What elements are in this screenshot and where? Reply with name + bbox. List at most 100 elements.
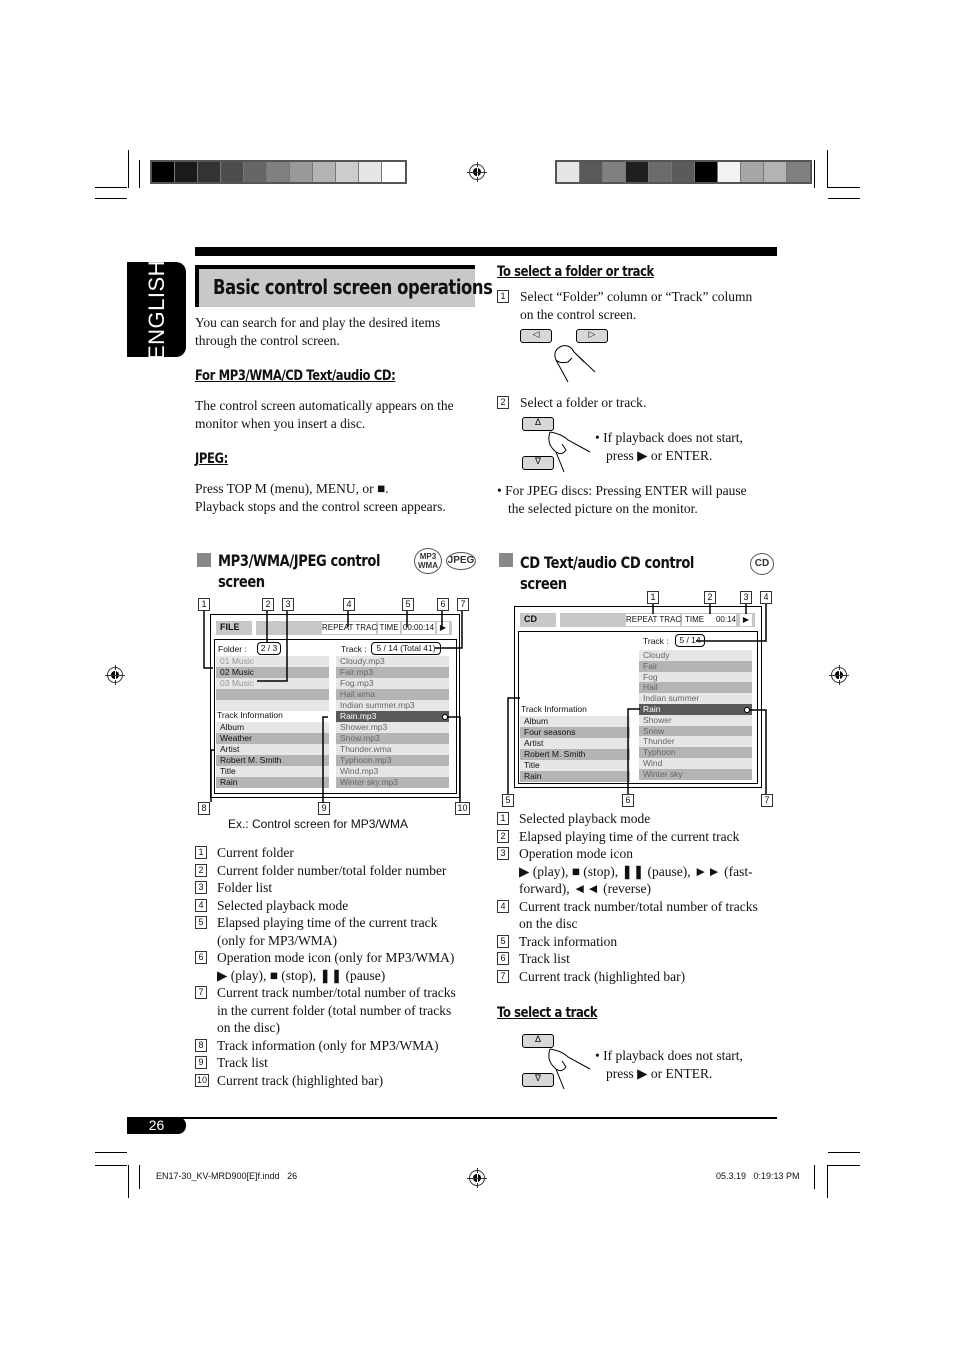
color-swatch — [764, 162, 787, 182]
legend-number: 5 — [195, 916, 207, 929]
section-title-line: screen — [520, 574, 567, 593]
color-bar-right — [555, 160, 812, 184]
callout-lines — [507, 604, 767, 794]
legend-text: Elapsed playing time of the current trac… — [217, 915, 438, 930]
legend-text: forward), ◄◄ (reverse) — [519, 881, 652, 896]
up-button[interactable]: ∆ — [522, 417, 554, 431]
body-line: Playback stops and the control screen ap… — [195, 499, 446, 514]
note-line: • For JPEG discs: Pressing ENTER will pa… — [497, 483, 747, 498]
legend-item: 6 Track list — [497, 950, 797, 968]
legend-text: Track list — [519, 951, 570, 966]
finger-icon — [548, 1048, 591, 1090]
legend-item: 3 Folder list — [195, 879, 495, 897]
legend-number: 1 — [195, 846, 207, 859]
color-swatch — [267, 162, 290, 182]
legend-number: 5 — [497, 934, 509, 948]
cd-badge-icon: CD — [750, 553, 774, 575]
legend-item: 5 Track information — [497, 933, 797, 951]
mp3-cd-text: The control screen automatically appears… — [195, 397, 480, 433]
legend-number: 6 — [497, 952, 509, 965]
crop-mark — [95, 187, 127, 188]
jpeg-text: Press TOP M (menu), MENU, or ■. Playback… — [195, 480, 480, 516]
legend-item: 1 Current folder — [195, 844, 495, 862]
legend-item: 7 Current track (highlighted bar) — [497, 968, 797, 986]
color-swatch — [718, 162, 741, 182]
print-timestamp: 05.3.19 0:19:13 PM — [716, 1171, 800, 1181]
step-number: 1 — [497, 290, 509, 303]
crop-mark — [827, 1165, 828, 1198]
color-swatch — [741, 162, 764, 182]
legend-item: 6 Operation mode icon (only for MP3/WMA) ▶… — [195, 949, 495, 984]
jpeg-badge-icon: JPEG — [446, 552, 476, 570]
select-folder-track-heading: To select a folder or track — [497, 264, 654, 280]
color-swatch — [313, 162, 336, 182]
color-swatch — [557, 162, 580, 182]
crop-mark — [128, 150, 129, 188]
note-line: the selected picture on the monitor. — [508, 501, 698, 516]
intro-text: You can search for and play the desired … — [195, 314, 480, 350]
legend-number: 4 — [195, 898, 207, 912]
registration-mark-icon — [105, 665, 125, 685]
legend-number: 10 — [195, 1073, 209, 1087]
intro-line: You can search for and play the desired … — [195, 315, 441, 330]
section-marker — [197, 553, 211, 567]
section-title-line: CD Text/audio CD control — [520, 553, 695, 572]
crop-mark — [95, 1165, 127, 1166]
section-title-line: MP3/WMA/JPEG control — [218, 551, 381, 570]
mp3-wma-badge-icon: MP3 WMA — [414, 548, 442, 574]
legend-text: Current folder — [217, 845, 294, 860]
cd-section-title: CD Text/audio CD control screen — [520, 552, 694, 594]
legend-number: 7 — [195, 986, 207, 999]
step-number: 2 — [497, 396, 509, 409]
crop-mark — [95, 198, 127, 199]
legend-item: 4 Current track number/total number of tr… — [497, 898, 797, 933]
crop-mark — [814, 160, 815, 188]
legend-number: 8 — [195, 1038, 207, 1052]
step-text: Select “Folder” column or “Track” column — [520, 289, 753, 304]
crop-mark — [828, 198, 860, 199]
page-title-box: Basic control screen operations — [195, 265, 493, 307]
mp3-screen-caption: Ex.: Control screen for MP3/WMA — [228, 817, 409, 831]
color-swatch — [336, 162, 359, 182]
legend-item: 4 Selected playback mode — [195, 897, 495, 915]
legend-item: 5 Elapsed playing time of the current tra… — [195, 914, 495, 949]
legend-number: 2 — [195, 863, 207, 877]
legend-text: Operation mode icon (only for MP3/WMA) — [217, 950, 455, 965]
jpeg-note: • For JPEG discs: Pressing ENTER will pa… — [497, 482, 747, 518]
playback-note: • If playback does not start, press ▶ or… — [595, 1047, 743, 1083]
legend-text: ▶ (play), ■ (stop), ❚❚ (pause) — [217, 967, 386, 983]
color-swatch — [649, 162, 672, 182]
color-swatch — [603, 162, 626, 182]
legend-number: 9 — [195, 1056, 207, 1069]
color-swatch — [198, 162, 221, 182]
legend-text: Selected playback mode — [519, 811, 651, 826]
color-swatch — [695, 162, 718, 182]
callout-lines — [203, 611, 463, 803]
crop-mark — [139, 1165, 140, 1189]
legend-text: Track information (only for MP3/WMA) — [217, 1037, 439, 1053]
finger-icon — [548, 431, 591, 473]
crop-mark — [814, 1165, 815, 1189]
legend-item: 7 Current track number/total number of tr… — [195, 984, 495, 1037]
left-button[interactable]: ◁ — [520, 329, 552, 343]
legend-text: Current track number/total number of tra… — [519, 898, 758, 914]
color-swatch — [382, 162, 405, 182]
up-button[interactable]: ∆ — [522, 1034, 554, 1048]
section-marker — [499, 553, 513, 567]
legend-text: Current track (highlighted bar) — [519, 968, 686, 984]
legend-number: 1 — [497, 812, 509, 825]
body-line: Press TOP M (menu), MENU, or ■. — [195, 481, 389, 496]
step-text: Select a folder or track. — [520, 395, 647, 410]
step-1: 1 Select “Folder” column or “Track” colu… — [497, 288, 782, 324]
color-swatch — [580, 162, 603, 182]
legend-text: Elapsed playing time of the current trac… — [519, 828, 740, 844]
crop-mark — [95, 1152, 127, 1153]
footer-rule — [127, 1117, 777, 1119]
select-track-heading: To select a track — [497, 1005, 598, 1021]
legend-text: (only for MP3/WMA) — [217, 932, 337, 948]
note-line: • If playback does not start, — [595, 1048, 743, 1063]
legend-text: Current folder number/total folder numbe… — [217, 862, 447, 878]
crop-mark — [828, 1152, 860, 1153]
color-bar-left — [150, 160, 407, 184]
legend-text: on the disc — [519, 916, 578, 931]
